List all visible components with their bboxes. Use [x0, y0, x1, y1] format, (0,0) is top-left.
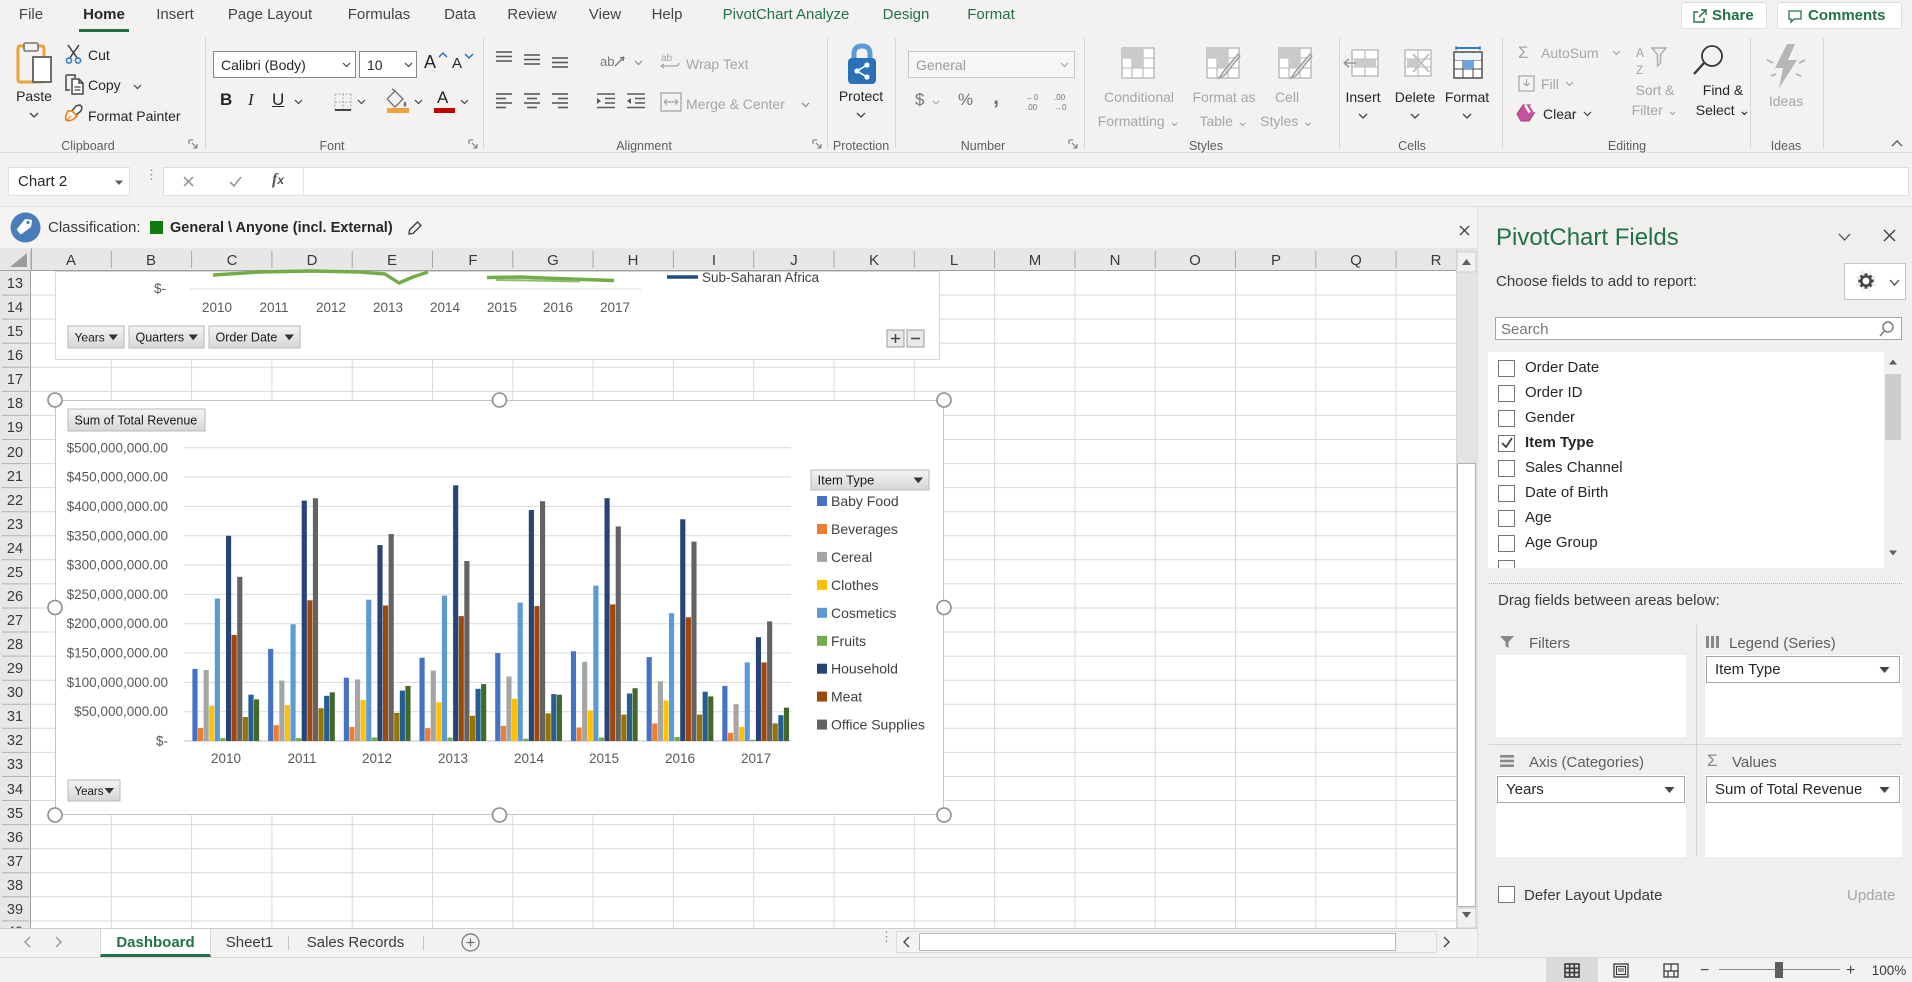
svg-text:E: E: [387, 252, 397, 269]
svg-text:$100,000,000.00: $100,000,000.00: [67, 675, 168, 690]
svg-text:27: 27: [7, 613, 23, 629]
svg-text:Cereal: Cereal: [831, 549, 872, 565]
svg-text:H: H: [628, 252, 639, 269]
svg-text:Item Type: Item Type: [818, 473, 875, 488]
svg-text:28: 28: [7, 637, 23, 653]
svg-text:Quarters: Quarters: [136, 331, 185, 345]
svg-text:2016: 2016: [543, 300, 573, 315]
svg-text:30: 30: [7, 685, 23, 701]
svg-text:A: A: [1636, 46, 1644, 60]
svg-text:$400,000,000.00: $400,000,000.00: [67, 499, 168, 514]
svg-text:.00: .00: [1054, 93, 1066, 102]
svg-text:C: C: [227, 252, 238, 269]
svg-text:R: R: [1431, 252, 1442, 269]
svg-text:35: 35: [7, 806, 23, 822]
svg-text:$250,000,000.00: $250,000,000.00: [67, 587, 168, 602]
svg-text:23: 23: [7, 517, 23, 533]
svg-text:25: 25: [7, 565, 23, 581]
svg-text:$-: $-: [154, 281, 166, 296]
svg-text:2013: 2013: [438, 751, 468, 766]
svg-text:Meat: Meat: [831, 689, 862, 705]
svg-text:Cosmetics: Cosmetics: [831, 605, 896, 621]
svg-text:2010: 2010: [202, 300, 232, 315]
svg-text:Q: Q: [1350, 252, 1362, 269]
svg-text:Sum of Total Revenue: Sum of Total Revenue: [75, 414, 198, 428]
svg-text:.00: .00: [1026, 103, 1038, 112]
svg-text:2017: 2017: [600, 300, 630, 315]
svg-text:21: 21: [7, 469, 23, 485]
svg-text:←0: ←0: [1026, 93, 1039, 102]
svg-text:38: 38: [7, 878, 23, 894]
svg-text:G: G: [547, 252, 559, 269]
svg-text:Household: Household: [831, 661, 898, 677]
svg-text:2015: 2015: [487, 300, 517, 315]
svg-text:$500,000,000.00: $500,000,000.00: [67, 440, 168, 455]
svg-text:26: 26: [7, 589, 23, 605]
svg-text:J: J: [790, 252, 798, 269]
svg-text:22: 22: [7, 493, 23, 509]
svg-text:2014: 2014: [514, 751, 545, 766]
svg-text:A: A: [66, 252, 76, 269]
svg-text:Office Supplies: Office Supplies: [831, 717, 925, 733]
svg-text:2012: 2012: [362, 751, 392, 766]
svg-text:2016: 2016: [665, 751, 695, 766]
svg-text:Years: Years: [75, 331, 105, 345]
svg-text:F: F: [468, 252, 477, 269]
svg-text:37: 37: [7, 854, 23, 870]
svg-text:M: M: [1029, 252, 1042, 269]
svg-text:13: 13: [7, 276, 23, 292]
svg-text:15: 15: [7, 324, 23, 340]
svg-text:2014: 2014: [430, 300, 461, 315]
svg-text:17: 17: [7, 372, 23, 388]
svg-text:L: L: [950, 252, 958, 269]
svg-text:Clothes: Clothes: [831, 577, 878, 593]
svg-text:B: B: [146, 252, 156, 269]
svg-text:$50,000,000.00: $50,000,000.00: [74, 704, 168, 719]
svg-text:2010: 2010: [211, 751, 241, 766]
svg-text:O: O: [1189, 252, 1201, 269]
svg-text:$150,000,000.00: $150,000,000.00: [67, 646, 168, 661]
svg-text:Z: Z: [1636, 63, 1643, 77]
svg-text:P: P: [1271, 252, 1281, 269]
svg-text:2015: 2015: [589, 751, 619, 766]
svg-text:2017: 2017: [741, 751, 771, 766]
svg-text:Fruits: Fruits: [831, 633, 866, 649]
svg-text:$350,000,000.00: $350,000,000.00: [67, 528, 168, 543]
svg-text:39: 39: [7, 902, 23, 918]
svg-text:36: 36: [7, 830, 23, 846]
svg-text:I: I: [712, 252, 716, 269]
svg-text:2011: 2011: [287, 751, 316, 766]
svg-text:Years: Years: [75, 786, 104, 798]
svg-text:N: N: [1110, 252, 1121, 269]
svg-text:18: 18: [7, 396, 23, 412]
svg-text:14: 14: [7, 300, 23, 316]
svg-text:$300,000,000.00: $300,000,000.00: [67, 558, 168, 573]
svg-text:→0: →0: [1054, 103, 1067, 112]
svg-text:16: 16: [7, 348, 23, 364]
svg-text:Sub-Saharan Africa: Sub-Saharan Africa: [702, 270, 820, 285]
svg-text:2012: 2012: [316, 300, 346, 315]
svg-text:24: 24: [7, 541, 23, 557]
svg-text:Order Date: Order Date: [216, 331, 278, 345]
svg-text:32: 32: [7, 733, 23, 749]
svg-text:ab: ab: [600, 54, 614, 69]
svg-text:33: 33: [7, 757, 23, 773]
svg-text:20: 20: [7, 445, 23, 461]
svg-text:31: 31: [7, 709, 23, 725]
svg-text:$450,000,000.00: $450,000,000.00: [67, 470, 168, 485]
svg-text:Baby Food: Baby Food: [831, 493, 899, 509]
svg-text:$200,000,000.00: $200,000,000.00: [67, 616, 168, 631]
svg-text:2013: 2013: [373, 300, 403, 315]
svg-text:19: 19: [7, 420, 23, 436]
svg-text:2011: 2011: [259, 300, 288, 315]
svg-text:D: D: [307, 252, 318, 269]
svg-text:34: 34: [7, 782, 23, 798]
svg-text:K: K: [869, 252, 879, 269]
svg-text:ab: ab: [661, 53, 673, 64]
svg-text:29: 29: [7, 661, 23, 677]
svg-text:$-: $-: [156, 734, 168, 749]
svg-text:Beverages: Beverages: [831, 521, 898, 537]
